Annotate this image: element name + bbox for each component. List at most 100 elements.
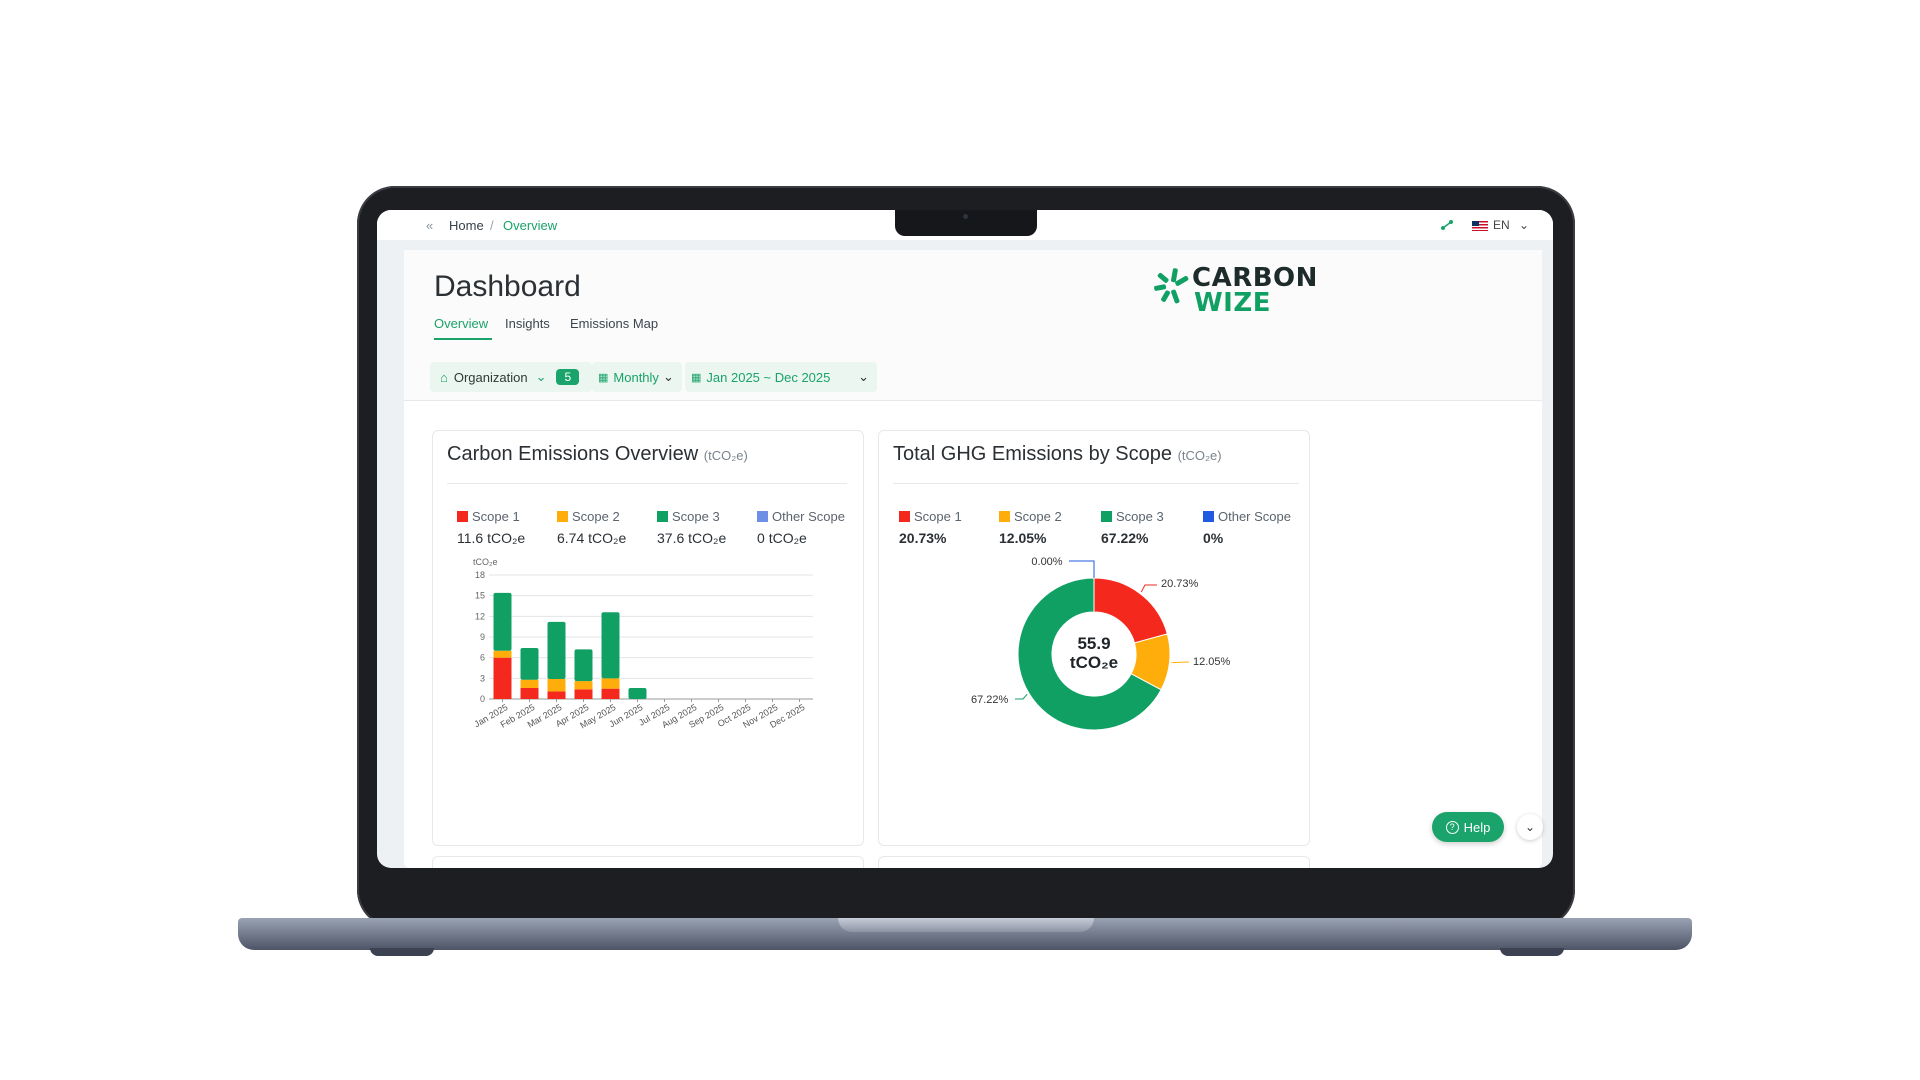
breadcrumb-home[interactable]: Home [449, 218, 484, 233]
legend-value: 11.6 [457, 530, 484, 546]
legend-value: 67.22% [1101, 530, 1149, 546]
scope-donut-chart: 0.00% 20.73% 12.05% 67.22% 55.9tCO₂e [971, 556, 1231, 731]
us-flag-icon [1472, 221, 1488, 231]
breadcrumb-separator: / [490, 218, 494, 233]
chevron-down-icon: ⌄ [858, 369, 869, 384]
period-filter[interactable]: ▦ Monthly ⌄ [592, 362, 682, 392]
donut-slice-label: 12.05% [1193, 656, 1231, 668]
legend-label: Scope 3 [1116, 509, 1164, 524]
y-tick-label: 6 [480, 653, 485, 663]
y-tick-label: 3 [480, 673, 485, 683]
share-icon[interactable] [1440, 218, 1454, 232]
carbonwize-logo-icon [1154, 268, 1189, 304]
donut-leader-line [1140, 584, 1157, 593]
bar-segment [547, 691, 566, 699]
language-selector[interactable]: EN [1493, 218, 1510, 232]
bar-segment [601, 678, 620, 689]
card-divider [447, 483, 847, 484]
card-title-unit: (tCO₂e) [1177, 448, 1222, 463]
question-circle-icon: ? [1445, 820, 1459, 834]
chevron-down-icon[interactable]: ⌄ [1519, 218, 1529, 232]
donut-leader-line [1069, 560, 1095, 578]
emissions-bar-chart: tCO₂e0369121518Jan 2025Feb 2025Mar 2025A… [472, 557, 813, 730]
y-tick-label: 9 [480, 632, 485, 642]
scope-1-swatch [899, 511, 910, 522]
donut-slice-label: 0.00% [1031, 556, 1062, 568]
ghg-emissions-by-scope-card: Total GHG Emissions by Scope (tCO₂e) Sco… [878, 430, 1310, 846]
bar-segment [520, 679, 539, 688]
calendar-icon: ▦ [598, 371, 609, 384]
bar-segment [628, 687, 647, 699]
donut-leader-line [1171, 661, 1190, 664]
legend-label: Other Scope [1218, 509, 1291, 524]
scope-3-swatch [657, 511, 668, 522]
card-title-text: Total GHG Emissions by Scope [893, 443, 1172, 465]
bar-segment [601, 688, 620, 699]
legend-value: 6.74 [557, 530, 585, 546]
period-filter-label: Monthly [613, 369, 659, 385]
y-tick-label: 18 [475, 570, 485, 580]
bar-segment [574, 649, 593, 682]
camera-icon [963, 214, 968, 219]
scroll-down-button[interactable]: ⌄ [1517, 814, 1543, 840]
legend-label: Scope 2 [572, 509, 620, 524]
legend-unit: tCO₂e [487, 530, 526, 546]
legend-scope-1: Scope 1 20.73% [899, 509, 962, 546]
scope-3-swatch [1101, 511, 1112, 522]
bar-segment [574, 689, 593, 699]
carbon-emissions-overview-card: Carbon Emissions Overview (tCO₂e) Scope … [432, 430, 864, 846]
date-range-filter[interactable]: ▦ Jan 2025 ~ Dec 2025 ⌄ [685, 362, 877, 392]
bar-segment [493, 650, 512, 658]
tab-emissions-map[interactable]: Emissions Map [570, 316, 658, 331]
legend-value: 0 [757, 530, 765, 546]
help-button[interactable]: ? Help [1432, 812, 1504, 842]
legend-scope-2: Scope 2 12.05% [999, 509, 1062, 546]
laptop-foot-right [1500, 948, 1564, 956]
laptop-opening-notch [838, 918, 1094, 932]
date-range-label: Jan 2025 ~ Dec 2025 [706, 369, 831, 385]
tab-insights[interactable]: Insights [505, 316, 550, 331]
other-scope-swatch [1203, 511, 1214, 522]
legend-label: Scope 1 [472, 509, 520, 524]
legend-scope-1: Scope 1 11.6 tCO₂e [457, 509, 525, 546]
legend-value: 37.6 [657, 530, 685, 546]
legend-label: Scope 1 [914, 509, 962, 524]
scope-2-swatch [999, 511, 1010, 522]
legend-scope-3: Scope 3 67.22% [1101, 509, 1164, 546]
organization-filter[interactable]: ⌂ Organization ⌄ 5 [430, 362, 592, 392]
legend-label: Other Scope [772, 509, 845, 524]
card-title: Total GHG Emissions by Scope (tCO₂e) [893, 443, 1222, 466]
legend-other-scope: Other Scope 0 tCO₂e [757, 509, 845, 546]
bar-segment [493, 657, 512, 699]
donut-center-value: 55.9 [1077, 634, 1110, 653]
scope-2-swatch [557, 511, 568, 522]
scope-1-swatch [457, 511, 468, 522]
tab-overview[interactable]: Overview [434, 316, 488, 331]
legend-unit: tCO₂e [588, 530, 627, 546]
legend-value: 12.05% [999, 530, 1047, 546]
organization-filter-label: Organization [453, 369, 528, 385]
y-tick-label: 0 [480, 694, 485, 704]
chevron-down-icon: ⌄ [662, 369, 674, 384]
help-label: Help [1463, 819, 1491, 835]
legend-value: 20.73% [899, 530, 947, 546]
logo-text-wize: WIZE [1194, 288, 1271, 318]
home-icon: ⌂ [440, 369, 448, 385]
legend-unit: tCO₂e [688, 530, 727, 546]
chevron-down-icon: ⌄ [535, 369, 547, 384]
card-title: Carbon Emissions Overview (tCO₂e) [447, 443, 748, 466]
y-tick-label: 15 [475, 591, 485, 601]
bar-segment [520, 648, 539, 680]
next-card-left [432, 856, 864, 868]
bar-segment [493, 592, 512, 651]
calendar-icon: ▦ [691, 371, 702, 384]
page-title: Dashboard [434, 270, 581, 303]
legend-scope-3: Scope 3 37.6 tCO₂e [657, 509, 726, 546]
bar-segment [601, 612, 620, 679]
bar-segment [547, 621, 566, 680]
double-chevron-left-icon[interactable]: « [426, 218, 433, 233]
y-axis-label: tCO₂e [473, 557, 498, 567]
legend-unit: tCO₂e [768, 530, 807, 546]
card-title-unit: (tCO₂e) [703, 448, 748, 463]
card-divider [893, 483, 1299, 484]
